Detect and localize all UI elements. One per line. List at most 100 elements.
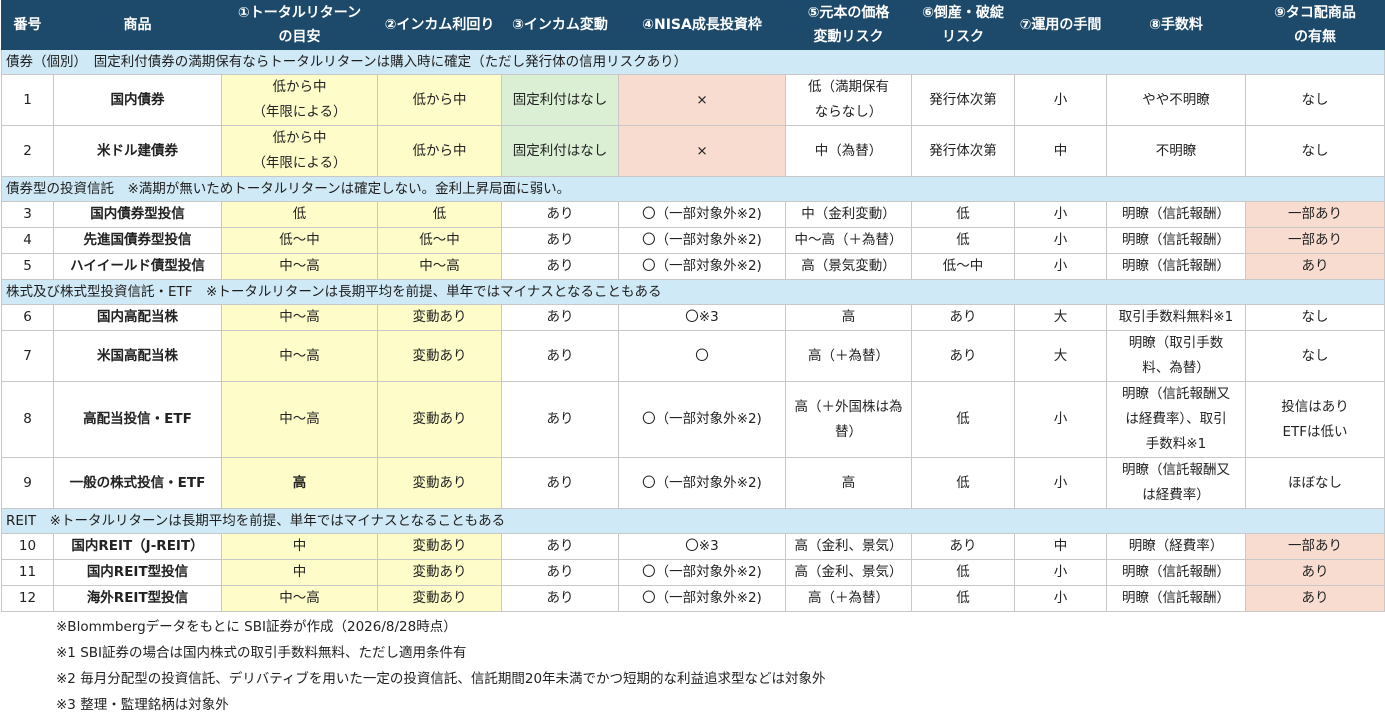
fees-cell: 明瞭（信託報酬） [1106,585,1246,612]
price-risk-cell: 高（金利、景気） [785,533,912,560]
income-change-cell: あり [501,559,619,586]
table-row: 5 ハイイールド債型投信 中～高 中～高 あり 〇（一部対象外※2) 高（景気変… [1,253,1385,280]
nisa-cell: 〇（一部対象外※2) [618,227,786,254]
price-risk-cell: 高 [785,304,912,331]
total-return-cell: 中～高 [221,381,378,458]
income-change-cell: あり [501,457,619,509]
income-change-cell: あり [501,330,619,382]
income-yield-cell: 中～高 [377,253,502,280]
row-number: 10 [1,533,54,560]
price-risk-cell: 中（為替） [785,125,912,177]
footnote-source: ※Blommbergデータをもとに SBI証券が作成（2026/8/28時点） [56,619,457,635]
tako-cell: なし [1245,74,1385,126]
default-risk-cell: 低 [911,457,1015,509]
income-yield-cell: 変動あり [377,533,502,560]
footnote-2: ※2 毎月分配型の投資信託、デリバティブを用いた一定の投資信託、信託期間20年未… [56,671,826,687]
tako-cell: あり [1245,253,1385,280]
product-name: ハイイールド債型投信 [53,253,222,280]
income-yield-cell: 変動あり [377,559,502,586]
table-row: 2 米ドル建債券 低から中 （年限による） 低から中 固定利付はなし × 中（為替… [1,125,1385,177]
price-risk-cell: 高（＋為替） [785,330,912,382]
row-number: 3 [1,201,54,228]
header-price-risk: ⑤元本の価格 変動リスク [785,0,912,50]
section-title: 債券（個別） 固定利付債券の満期保有ならトータルリターンは購入時に確定（ただし発… [1,49,1385,75]
product-name: 先進国債券型投信 [53,227,222,254]
product-name: 米国高配当株 [53,330,222,382]
income-yield-cell: 低から中 [377,74,502,126]
effort-cell: 小 [1014,585,1107,612]
nisa-cell: 〇（一部対象外※2) [618,559,786,586]
table-row: 7 米国高配当株 中～高 変動あり あり 〇 高（＋為替） あり 大 明瞭（取引… [1,330,1385,382]
row-number: 1 [1,74,54,126]
fees-cell: 明瞭（信託報酬） [1106,201,1246,228]
section-header-bonds: 債券（個別） 固定利付債券の満期保有ならトータルリターンは購入時に確定（ただし発… [1,49,1385,75]
effort-cell: 小 [1014,457,1107,509]
fees-cell: 取引手数料無料※1 [1106,304,1246,331]
tako-cell: 一部あり [1245,227,1385,254]
header-nisa: ④NISA成長投資枠 [618,0,786,50]
tako-cell: なし [1245,125,1385,177]
effort-cell: 中 [1014,533,1107,560]
default-risk-cell: 低 [911,381,1015,458]
table-row: 10 国内REIT（J-REIT） 中 変動あり あり 〇※3 高（金利、景気）… [1,533,1385,560]
nisa-cell: 〇 [618,330,786,382]
effort-cell: 小 [1014,253,1107,280]
nisa-cell: 〇※3 [618,304,786,331]
table-row: 11 国内REIT型投信 中 変動あり あり 〇（一部対象外※2) 高（金利、景… [1,559,1385,586]
default-risk-cell: 低 [911,227,1015,254]
price-risk-cell: 高（景気変動） [785,253,912,280]
table-row: 3 国内債券型投信 低 低 あり 〇（一部対象外※2) 中（金利変動） 低 小 … [1,201,1385,228]
section-title: REIT ※トータルリターンは長期平均を前提、単年ではマイナスとなることもある [1,508,1385,534]
total-return-cell: 中～高 [221,330,378,382]
section-title: 債券型の投資信託 ※満期が無いためトータルリターンは確定しない。金利上昇局面に弱… [1,176,1385,202]
effort-cell: 大 [1014,330,1107,382]
effort-cell: 小 [1014,559,1107,586]
default-risk-cell: あり [911,304,1015,331]
header-product: 商品 [53,0,222,50]
table-row: 4 先進国債券型投信 低～中 低～中 あり 〇（一部対象外※2) 中～高（＋為替… [1,227,1385,254]
row-number: 8 [1,381,54,458]
total-return-cell: 低から中 （年限による） [221,74,378,126]
income-change-cell: あり [501,585,619,612]
nisa-cell: 〇（一部対象外※2) [618,253,786,280]
default-risk-cell: 低 [911,201,1015,228]
price-risk-cell: 高（＋外国株は為 替） [785,381,912,458]
fees-cell: 明瞭（信託報酬） [1106,253,1246,280]
footnotes: ※Blommbergデータをもとに SBI証券が作成（2026/8/28時点） … [56,614,826,718]
fees-cell: 明瞭（取引手数 料、為替） [1106,330,1246,382]
product-name: 米ドル建債券 [53,125,222,177]
table-row: 12 海外REIT型投信 中～高 変動あり あり 〇（一部対象外※2) 高（＋為… [1,585,1385,612]
tako-cell: なし [1245,304,1385,331]
row-number: 2 [1,125,54,177]
default-risk-cell: 低～中 [911,253,1015,280]
effort-cell: 小 [1014,74,1107,126]
tako-cell: 一部あり [1245,201,1385,228]
nisa-cell: 〇（一部対象外※2) [618,381,786,458]
header-tako: ⑨タコ配商品 の有無 [1245,0,1385,50]
income-yield-cell: 低～中 [377,227,502,254]
product-name: 国内債券 [53,74,222,126]
total-return-cell: 低 [221,201,378,228]
income-change-cell: 固定利付はなし [501,74,619,126]
row-number: 11 [1,559,54,586]
total-return-cell: 低から中 （年限による） [221,125,378,177]
comparison-table: 番号 商品 ①トータルリターン の目安 ②インカム利回り ③インカム変動 ④NIS… [1,0,1385,612]
fees-cell: 不明瞭 [1106,125,1246,177]
price-risk-cell: 低（満期保有 ならなし） [785,74,912,126]
income-yield-cell: 変動あり [377,585,502,612]
income-yield-cell: 変動あり [377,381,502,458]
income-change-cell: あり [501,253,619,280]
income-yield-cell: 変動あり [377,330,502,382]
default-risk-cell: 低 [911,585,1015,612]
section-header-stocks: 株式及び株式型投資信託・ETF ※トータルリターンは長期平均を前提、単年ではマイ… [1,279,1385,305]
income-change-cell: あり [501,533,619,560]
fees-cell: 明瞭（信託報酬又 は経費率）、取引 手数料※1 [1106,381,1246,458]
income-yield-cell: 変動あり [377,457,502,509]
header-fees: ⑧手数料 [1106,0,1246,50]
tako-cell: ほぼなし [1245,457,1385,509]
total-return-cell: 中 [221,533,378,560]
footnote-1: ※1 SBI証券の場合は国内株式の取引手数料無料、ただし適用条件有 [56,645,467,661]
effort-cell: 小 [1014,201,1107,228]
row-number: 7 [1,330,54,382]
nisa-cell: 〇※3 [618,533,786,560]
